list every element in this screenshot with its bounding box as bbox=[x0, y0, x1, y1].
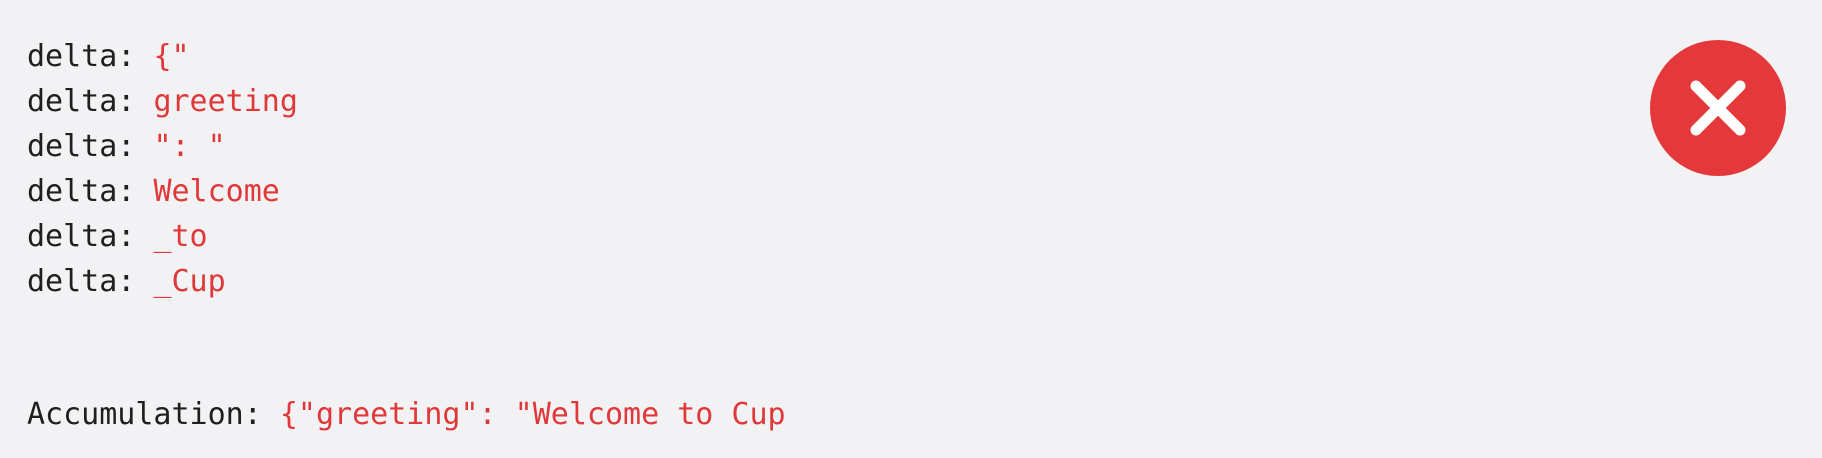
delta-value: ": " bbox=[153, 129, 226, 164]
delta-label: delta: bbox=[27, 84, 136, 119]
delta-value: _Cup bbox=[153, 264, 226, 299]
delta-value: greeting bbox=[153, 84, 298, 119]
delta-label: delta: bbox=[27, 219, 136, 254]
delta-line: delta: ": " bbox=[27, 124, 298, 169]
accumulation-line: Accumulation: {"greeting": "Welcome to C… bbox=[27, 392, 786, 437]
accumulation-label: Accumulation: bbox=[27, 397, 262, 432]
delta-line: delta: Welcome bbox=[27, 169, 298, 214]
accumulation-value: {"greeting": "Welcome to Cup bbox=[279, 397, 786, 432]
delta-label: delta: bbox=[27, 174, 136, 209]
delta-value: {" bbox=[153, 39, 190, 74]
delta-value: _to bbox=[153, 219, 208, 254]
delta-value: Welcome bbox=[153, 174, 280, 209]
delta-line: delta: {" bbox=[27, 34, 298, 79]
delta-stream: delta: {" delta: greeting delta: ": " de… bbox=[27, 34, 298, 304]
error-status-badge bbox=[1650, 40, 1786, 176]
delta-label: delta: bbox=[27, 264, 136, 299]
delta-label: delta: bbox=[27, 39, 136, 74]
delta-line: delta: greeting bbox=[27, 79, 298, 124]
delta-line: delta: _Cup bbox=[27, 259, 298, 304]
delta-line: delta: _to bbox=[27, 214, 298, 259]
close-icon bbox=[1690, 80, 1746, 136]
delta-label: delta: bbox=[27, 129, 136, 164]
